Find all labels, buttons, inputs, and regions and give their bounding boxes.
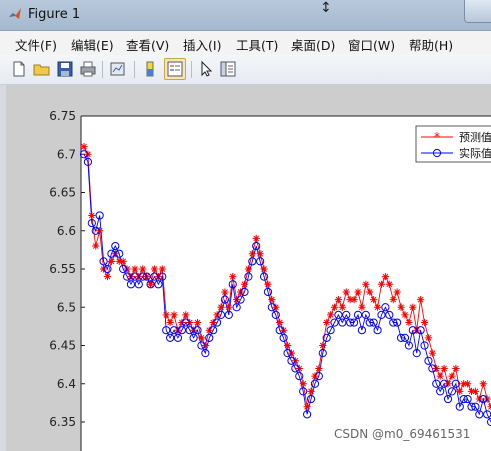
link-plot-icon[interactable]: [108, 59, 128, 79]
data-point-predicted: [92, 242, 100, 250]
data-point-predicted: [452, 364, 460, 373]
print-icon[interactable]: [78, 59, 98, 79]
data-point-predicted: [417, 296, 425, 304]
data-point-predicted: [221, 288, 229, 296]
data-point-predicted: [381, 273, 389, 281]
y-tick-label: 6.4: [57, 377, 76, 391]
legend-icon[interactable]: [164, 58, 186, 80]
pointer-icon[interactable]: [196, 59, 216, 79]
data-point-predicted: [182, 311, 190, 319]
mouse-cursor-icon: ↕: [320, 0, 332, 16]
menu-bar: 文件(F) 编辑(E) 查看(V) 插入(I) 工具(T) 桌面(D) 窗口(W…: [0, 31, 491, 55]
menu-insert[interactable]: 插入(I): [183, 35, 221, 54]
plot-area: 6.75 6.7 6.65 6.6 6.55 6.5 6.45 6.4 6.35 * 预测值 实…: [49, 109, 491, 451]
window-title: Figure 1: [28, 7, 81, 22]
menu-window[interactable]: 窗口(W): [348, 35, 395, 54]
data-point-predicted: [240, 280, 249, 288]
legend: * 预测值 实际值: [415, 125, 491, 163]
watermark-text: CSDN @m0_69461531: [334, 427, 471, 441]
data-point-predicted: [107, 257, 115, 265]
data-point-predicted: [334, 296, 343, 304]
menu-file[interactable]: 文件(F): [15, 35, 57, 54]
menu-help[interactable]: 帮助(H): [409, 35, 453, 54]
save-icon[interactable]: [55, 59, 75, 79]
colorbar-icon[interactable]: [140, 59, 160, 79]
y-tick-label: 6.55: [49, 262, 76, 276]
data-point-predicted: [248, 250, 256, 258]
data-point-predicted: [393, 288, 401, 296]
data-point-predicted: [436, 372, 444, 380]
data-point-predicted: [327, 311, 335, 319]
data-point-predicted: [385, 280, 393, 288]
data-point-predicted: [471, 387, 480, 395]
data-point-predicted: [420, 318, 429, 327]
data-point-predicted: [362, 280, 370, 288]
data-point-predicted: [170, 311, 178, 319]
data-point-predicted: [315, 364, 323, 373]
menu-tools[interactable]: 工具(T): [236, 35, 278, 54]
data-point-predicted: [323, 318, 331, 327]
y-tick-label: 6.75: [49, 109, 76, 123]
data-point-predicted: [370, 296, 378, 304]
y-tick-label: 6.65: [49, 186, 76, 200]
data-point-predicted: [303, 403, 311, 411]
data-point-predicted: [119, 257, 127, 265]
data-point-predicted: [229, 273, 237, 281]
menu-desktop[interactable]: 桌面(D): [291, 35, 335, 54]
data-point-predicted: [88, 211, 96, 220]
title-bar: Figure 1 ↕: [0, 0, 491, 31]
data-point-predicted: [428, 349, 436, 357]
data-point-predicted: [350, 296, 358, 304]
data-point-predicted: [256, 250, 264, 258]
data-point-predicted: [193, 318, 202, 327]
legend-label-actual: 实际值: [459, 146, 491, 160]
y-tick-label: 6.5: [57, 300, 76, 314]
data-point-predicted: [80, 143, 88, 151]
y-tick-label: 6.7: [57, 147, 76, 161]
matlab-app-icon: [9, 8, 21, 19]
property-editor-icon[interactable]: [218, 59, 238, 79]
toolbar: [0, 55, 491, 85]
data-point-predicted: [162, 311, 170, 319]
data-point-predicted: [405, 318, 413, 327]
legend-marker-predicted: *: [434, 130, 440, 144]
data-point-predicted: [448, 372, 456, 380]
data-point-predicted: [424, 334, 433, 342]
data-point-predicted: [166, 318, 174, 327]
open-file-icon[interactable]: [32, 59, 52, 79]
y-ticks: 6.75 6.7 6.65 6.6 6.55 6.5 6.45 6.4 6.35: [49, 109, 85, 429]
data-point-predicted: [197, 334, 206, 342]
data-point-predicted: [103, 273, 112, 281]
minimize-button[interactable]: [464, 0, 491, 23]
y-tick-label: 6.6: [57, 224, 76, 238]
data-point-predicted: [440, 364, 448, 373]
menu-edit[interactable]: 编辑(E): [71, 35, 114, 54]
legend-label-predicted: 预测值: [459, 131, 491, 144]
y-tick-label: 6.35: [49, 415, 76, 429]
menu-view[interactable]: 查看(V): [126, 35, 169, 54]
new-figure-icon[interactable]: [9, 59, 29, 79]
y-tick-label: 6.45: [49, 339, 76, 353]
data-point-predicted: [268, 296, 276, 304]
